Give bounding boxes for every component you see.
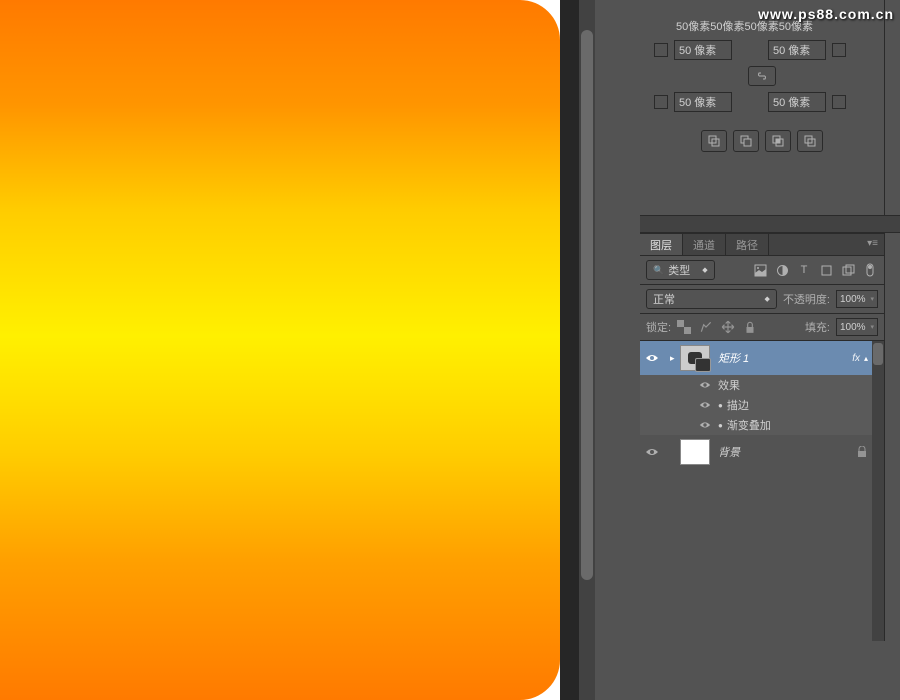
corner-bl-input[interactable]: 50 像素 xyxy=(674,92,732,112)
lock-icon xyxy=(856,446,868,458)
lock-transparency-icon[interactable] xyxy=(677,320,691,334)
lock-pixels-icon[interactable] xyxy=(699,320,713,334)
canvas-document[interactable] xyxy=(0,0,560,700)
fx-gradient-row[interactable]: ● 渐变叠加 xyxy=(640,415,884,435)
eye-icon xyxy=(699,399,711,411)
bullet-icon: ● xyxy=(718,401,723,410)
blend-mode-value: 正常 xyxy=(653,291,675,307)
visibility-toggle[interactable] xyxy=(698,417,712,433)
fx-gradient-label: 渐变叠加 xyxy=(727,417,771,433)
tab-channels[interactable]: 通道 xyxy=(683,234,726,255)
filter-type-label: 类型 xyxy=(668,262,690,278)
link-icon xyxy=(755,71,769,81)
filter-type-icon[interactable]: T xyxy=(796,262,812,278)
layers-scrollbar[interactable] xyxy=(872,341,884,641)
filter-shape-icon[interactable] xyxy=(818,262,834,278)
smart-object-icon xyxy=(842,264,855,277)
circle-half-icon xyxy=(776,264,789,277)
visibility-toggle[interactable] xyxy=(698,397,712,413)
corner-tr-input[interactable]: 50 像素 xyxy=(768,40,826,60)
layer-thumbnail[interactable] xyxy=(680,345,710,371)
canvas-vertical-scrollbar[interactable] xyxy=(579,0,595,700)
visibility-toggle[interactable] xyxy=(644,350,660,366)
intersect-icon xyxy=(771,134,785,148)
fx-stroke-label: 描边 xyxy=(727,397,749,413)
layer-row-background[interactable]: 背景 xyxy=(640,435,884,469)
watermark-text: www.ps88.com.cn xyxy=(758,6,894,22)
pathfinder-exclude-button[interactable] xyxy=(797,130,823,152)
subtract-icon xyxy=(739,134,753,148)
pathfinder-unite-button[interactable] xyxy=(701,130,727,152)
panel-tabs: 图层 通道 路径 ▾≡ xyxy=(640,234,884,256)
layer-list: ▸ 矩形 1 fx ▴ 效果 ● 描边 ● 渐变叠加 xyxy=(640,341,884,641)
lock-all-icon[interactable] xyxy=(743,320,757,334)
eye-icon xyxy=(645,447,659,457)
corner-br-checkbox[interactable] xyxy=(832,95,846,109)
layer-row-shape[interactable]: ▸ 矩形 1 fx ▴ xyxy=(640,341,884,375)
panel-separator xyxy=(640,215,900,233)
blend-mode-row: 正常 ◆ 不透明度: 100% xyxy=(640,285,884,314)
filter-adjustment-icon[interactable] xyxy=(774,262,790,278)
bullet-icon: ● xyxy=(718,421,723,430)
corner-top-row: 50 像素 50 像素 xyxy=(654,40,884,60)
tab-layers[interactable]: 图层 xyxy=(640,234,683,255)
lock-row: 锁定: 填充: 100% xyxy=(640,314,884,341)
fx-badge[interactable]: fx xyxy=(852,353,860,364)
canvas-area xyxy=(0,0,595,700)
blend-mode-select[interactable]: 正常 ◆ xyxy=(646,289,777,309)
layers-panel: 图层 通道 路径 ▾≡ 类型 ◆ T 正常 ◆ xyxy=(640,233,885,641)
opacity-input[interactable]: 100% xyxy=(836,290,878,308)
right-panels: www.ps88.com.cn 50像素50像素50像素50像素 50 像素 5… xyxy=(640,0,900,700)
opacity-label: 不透明度: xyxy=(783,291,830,307)
expand-chevron[interactable]: ▸ xyxy=(670,353,680,364)
fill-input[interactable]: 100% xyxy=(836,318,878,336)
eye-icon xyxy=(699,419,711,431)
eye-icon xyxy=(699,379,711,391)
pathfinder-row xyxy=(640,130,884,152)
corner-br-input[interactable]: 50 像素 xyxy=(768,92,826,112)
filter-toggle[interactable] xyxy=(862,262,878,278)
corner-tr-checkbox[interactable] xyxy=(832,43,846,57)
filter-pixel-icon[interactable] xyxy=(752,262,768,278)
gradient-rectangle-shape[interactable] xyxy=(0,0,560,700)
layer-filter-row: 类型 ◆ T xyxy=(640,256,884,285)
corner-bottom-row: 50 像素 50 像素 xyxy=(654,92,884,112)
corner-bl-checkbox[interactable] xyxy=(654,95,668,109)
filter-smart-icon[interactable] xyxy=(840,262,856,278)
toggle-icon xyxy=(865,263,875,277)
corner-tl-checkbox[interactable] xyxy=(654,43,668,57)
panel-menu-button[interactable]: ▾≡ xyxy=(861,234,884,255)
visibility-toggle[interactable] xyxy=(698,377,712,393)
fx-header-row[interactable]: 效果 xyxy=(640,375,884,395)
fx-collapse-chevron[interactable]: ▴ xyxy=(864,354,868,363)
pathfinder-subtract-button[interactable] xyxy=(733,130,759,152)
corner-tl-input[interactable]: 50 像素 xyxy=(674,40,732,60)
properties-panel: www.ps88.com.cn 50像素50像素50像素50像素 50 像素 5… xyxy=(640,0,885,215)
image-icon xyxy=(754,264,767,277)
fill-label: 填充: xyxy=(805,319,830,335)
exclude-icon xyxy=(803,134,817,148)
lock-position-icon[interactable] xyxy=(721,320,735,334)
layer-thumbnail[interactable] xyxy=(680,439,710,465)
fx-effects-label: 效果 xyxy=(718,377,740,393)
filter-type-select[interactable]: 类型 ◆ xyxy=(646,260,715,280)
fx-stroke-row[interactable]: ● 描边 xyxy=(640,395,884,415)
shape-icon xyxy=(820,264,833,277)
scrollbar-thumb[interactable] xyxy=(581,30,593,580)
layers-scroll-thumb[interactable] xyxy=(873,343,883,365)
unite-icon xyxy=(707,134,721,148)
pathfinder-intersect-button[interactable] xyxy=(765,130,791,152)
layer-name[interactable]: 背景 xyxy=(718,444,856,460)
lock-label: 锁定: xyxy=(646,319,671,335)
tab-paths[interactable]: 路径 xyxy=(726,234,769,255)
visibility-toggle[interactable] xyxy=(644,444,660,460)
eye-icon xyxy=(645,353,659,363)
layer-name[interactable]: 矩形 1 xyxy=(718,350,852,366)
link-corners-button[interactable] xyxy=(748,66,776,86)
